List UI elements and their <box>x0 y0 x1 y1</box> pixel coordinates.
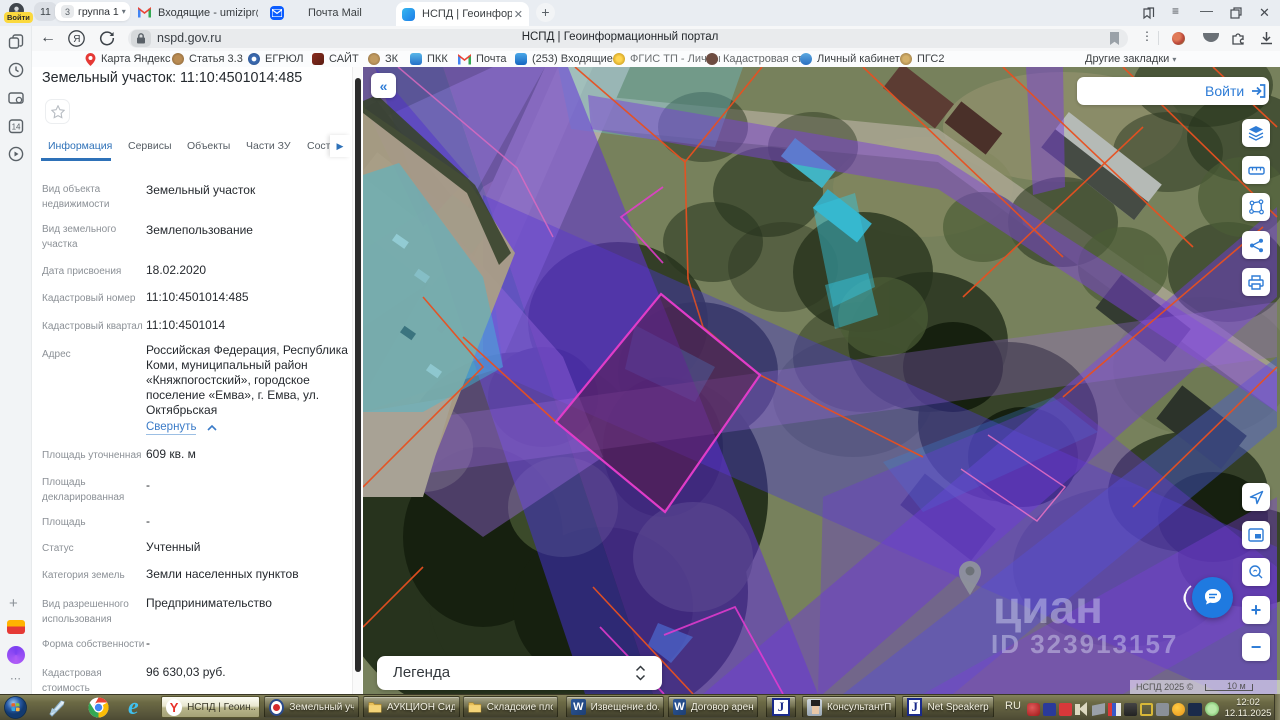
svg-text:14: 14 <box>12 123 21 132</box>
svg-text:циан: циан <box>993 581 1103 633</box>
svg-text:ID 323913157: ID 323913157 <box>991 629 1178 659</box>
svg-text:Я: Я <box>73 34 80 45</box>
